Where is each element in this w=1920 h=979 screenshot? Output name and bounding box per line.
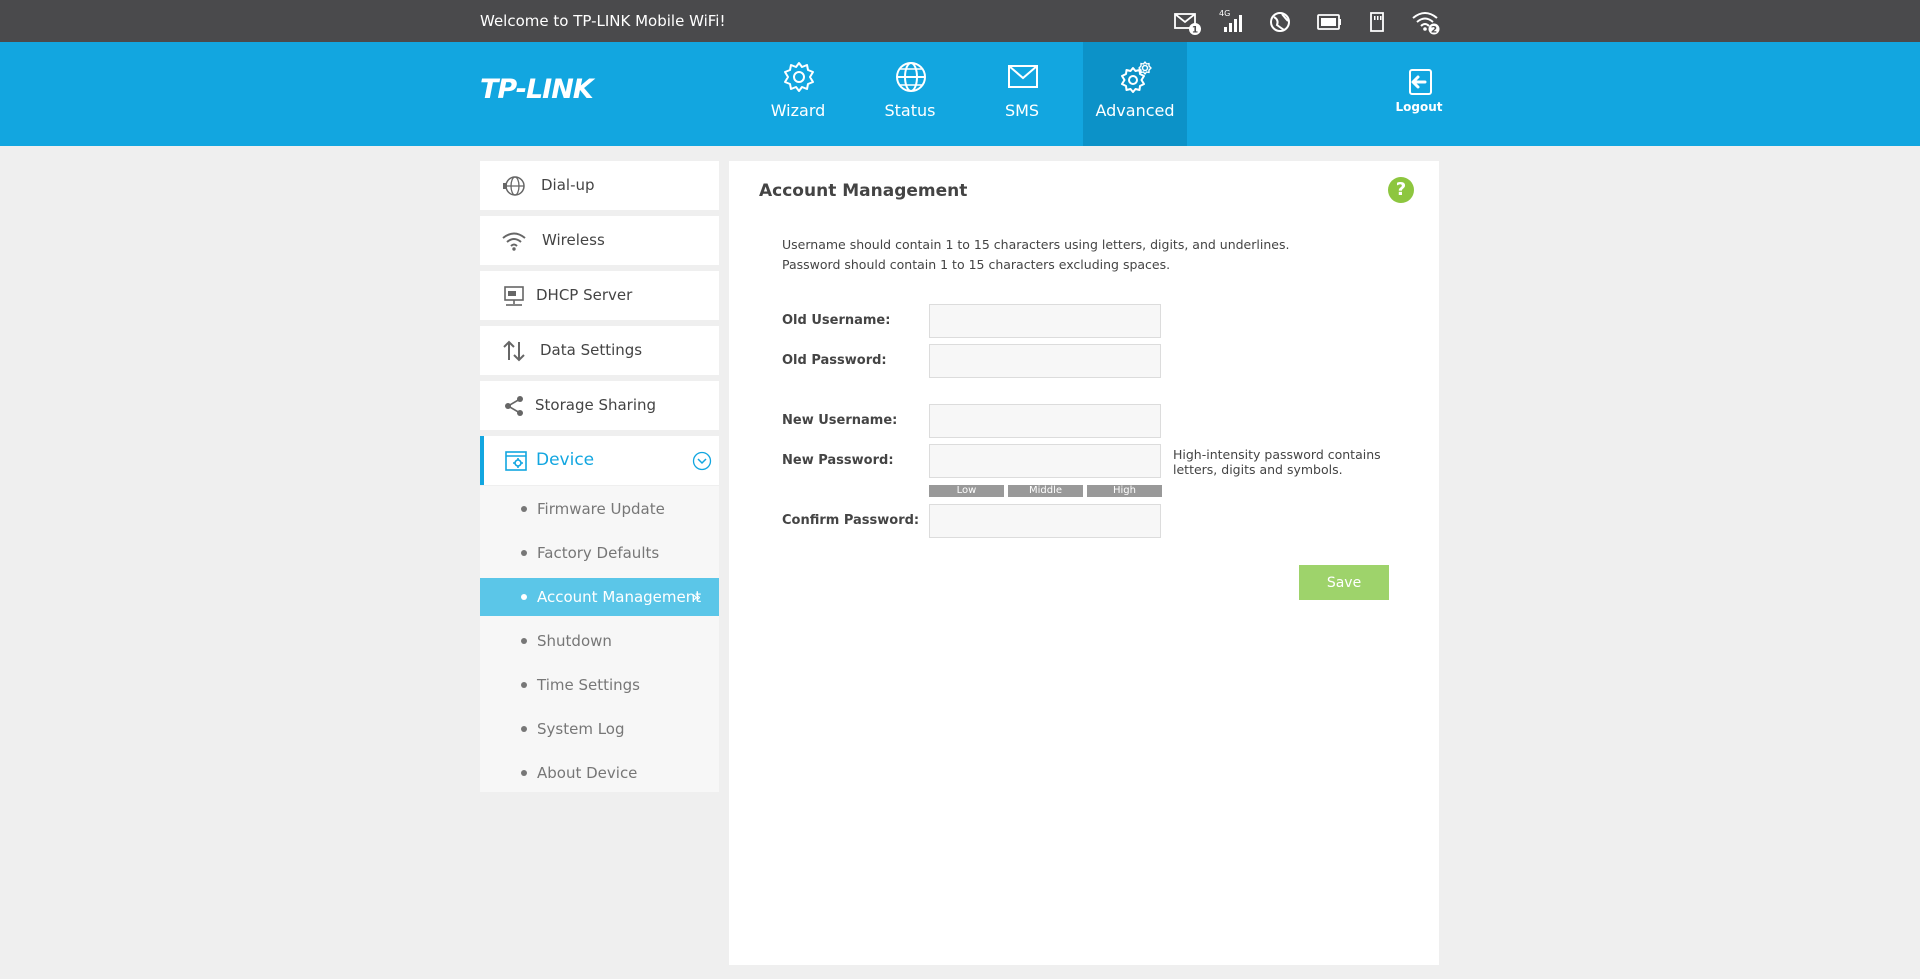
status-bar: Welcome to TP-LINK Mobile WiFi! 1 4G 2: [0, 0, 1920, 42]
submenu-label: Shutdown: [537, 632, 612, 650]
wifi-clients-badge: 2: [1431, 26, 1437, 36]
confirm-password-input[interactable]: [929, 504, 1161, 538]
gear-icon: [784, 62, 814, 92]
nav-wizard[interactable]: Wizard: [746, 42, 850, 146]
password-rule-text: Password should contain 1 to 15 characte…: [782, 257, 1171, 272]
new-username-label: New Username:: [782, 413, 898, 428]
sidebar-item-label: DHCP Server: [536, 286, 633, 304]
sidebar-item-storage-sharing[interactable]: Storage Sharing: [480, 381, 719, 430]
nav-status[interactable]: Status: [858, 42, 962, 146]
submenu-firmware-update[interactable]: Firmware Update: [480, 490, 719, 528]
bullet-icon: [521, 682, 527, 688]
sidebar-item-data-settings[interactable]: Data Settings: [480, 326, 719, 375]
confirm-password-label: Confirm Password:: [782, 513, 920, 528]
sidebar-item-wireless[interactable]: Wireless: [480, 216, 719, 265]
bullet-icon: [521, 506, 527, 512]
header: TP-LINK Wizard Status SMS Advanced Logou…: [0, 42, 1920, 146]
bullet-icon: [521, 550, 527, 556]
globe-dial-icon: [503, 176, 525, 196]
old-password-label: Old Password:: [782, 353, 887, 368]
tp-link-logo: TP-LINK: [480, 74, 594, 105]
submenu-label: About Device: [537, 764, 638, 782]
gears-icon: [1121, 61, 1152, 93]
internet-globe-icon: [1265, 8, 1295, 36]
submenu-factory-defaults[interactable]: Factory Defaults: [480, 534, 719, 572]
page-title: Account Management: [759, 181, 968, 201]
sidebar-item-label: Data Settings: [540, 341, 643, 359]
submenu-about-device[interactable]: About Device: [480, 754, 719, 792]
nav-advanced-label: Advanced: [1095, 101, 1175, 120]
new-password-label: New Password:: [782, 453, 894, 468]
envelope-icon: [1008, 65, 1038, 88]
old-username-label: Old Username:: [782, 313, 891, 328]
submenu-time-settings[interactable]: Time Settings: [480, 666, 719, 704]
bullet-icon: [521, 638, 527, 644]
chevron-down-icon[interactable]: [692, 451, 712, 471]
logout-button[interactable]: Logout: [1392, 64, 1446, 124]
sidebar-item-dhcp-server[interactable]: DHCP Server: [480, 271, 719, 320]
logout-label: Logout: [1395, 100, 1443, 114]
strength-high-bar: High: [1087, 485, 1162, 497]
submenu-shutdown[interactable]: Shutdown: [480, 622, 719, 660]
sidebar-item-dial-up[interactable]: Dial-up: [480, 161, 719, 210]
wifi-clients-icon[interactable]: 2: [1410, 8, 1440, 36]
save-button[interactable]: Save: [1299, 565, 1389, 600]
sidebar-item-label: Wireless: [542, 231, 605, 249]
password-strength-hint: High-intensity password contains letters…: [1173, 447, 1381, 477]
double-chevron-right-icon: »: [692, 588, 702, 606]
sidebar-item-label: Device: [536, 450, 595, 470]
submenu-label: Time Settings: [537, 676, 641, 694]
submenu-system-log[interactable]: System Log: [480, 710, 719, 748]
bullet-icon: [521, 726, 527, 732]
welcome-text: Welcome to TP-LINK Mobile WiFi!: [480, 12, 726, 30]
help-icon[interactable]: ?: [1388, 177, 1414, 203]
old-username-input[interactable]: [929, 304, 1161, 338]
submenu-account-management[interactable]: Account Management »: [480, 578, 719, 616]
new-username-input[interactable]: [929, 404, 1161, 438]
strength-low-bar: Low: [929, 485, 1004, 497]
device-settings-icon: [505, 451, 527, 471]
nav-sms-label: SMS: [1004, 101, 1040, 120]
submenu-label: System Log: [537, 720, 625, 738]
logout-icon: [1409, 69, 1432, 95]
submenu-label: Account Management: [537, 588, 702, 606]
wifi-icon: [502, 232, 526, 251]
nav-status-label: Status: [884, 101, 936, 120]
signal-icon: 4G: [1218, 8, 1248, 36]
sd-card-icon: [1362, 8, 1392, 36]
submenu-label: Factory Defaults: [537, 544, 660, 562]
nav-sms[interactable]: SMS: [970, 42, 1074, 146]
username-rule-text: Username should contain 1 to 15 characte…: [782, 237, 1290, 252]
sms-badge: 1: [1192, 26, 1198, 36]
bullet-icon: [521, 770, 527, 776]
sidebar-item-device[interactable]: Device: [480, 436, 719, 485]
strength-middle-bar: Middle: [1008, 485, 1083, 497]
sidebar-item-label: Dial-up: [541, 176, 595, 194]
new-password-input[interactable]: [929, 444, 1161, 478]
globe-icon: [896, 62, 926, 92]
share-icon: [505, 396, 523, 416]
nav-advanced[interactable]: Advanced: [1083, 42, 1187, 146]
bullet-icon: [521, 594, 527, 600]
nav-wizard-label: Wizard: [770, 101, 826, 120]
submenu-label: Firmware Update: [537, 500, 665, 518]
sidebar-item-label: Storage Sharing: [535, 396, 657, 414]
old-password-input[interactable]: [929, 344, 1161, 378]
battery-icon: [1314, 8, 1344, 36]
network-type-label: 4G: [1219, 9, 1230, 18]
sms-status-icon[interactable]: 1: [1172, 8, 1202, 36]
arrows-updown-icon: [503, 340, 525, 362]
account-management-panel: Account Management ? Username should con…: [729, 161, 1439, 965]
server-icon: [504, 286, 524, 306]
